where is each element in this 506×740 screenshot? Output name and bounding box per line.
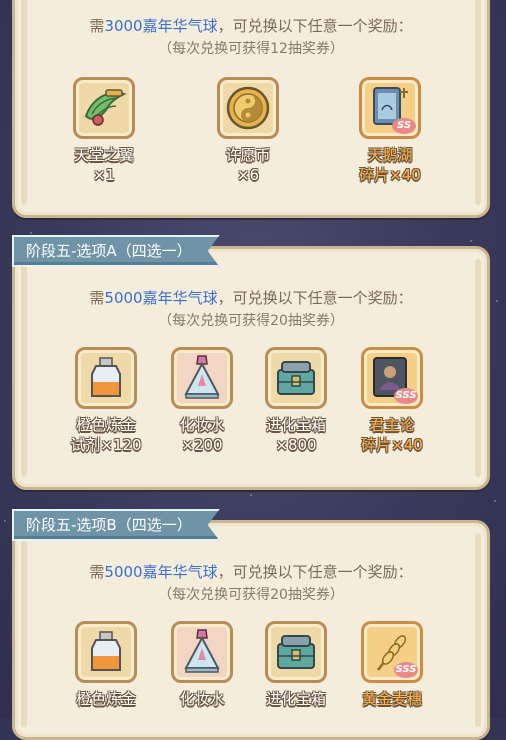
requirement-suffix: ，可兑换以下任意一个奖励： (217, 289, 413, 307)
requirement-prefix: 需 (89, 17, 105, 35)
requirement-suffix: ，可兑换以下任意一个奖励： (217, 17, 413, 35)
reward-item-swan-lake[interactable]: SS 天鹅湖 碎片×40 (351, 77, 429, 185)
rarity-badge: SSS (394, 388, 418, 404)
golden-wheat-icon: SSS (361, 621, 423, 683)
reward-item-orange-potion[interactable]: 橙色炼金 试剂×120 (67, 347, 145, 455)
requirement-text: 需5000嘉年华气球，可兑换以下任意一个奖励： (15, 287, 487, 308)
ticket-note: （每次兑换可获得20抽奖券） (158, 313, 344, 329)
reward-name: 黄金麦穗 (361, 690, 422, 708)
wing-icon (73, 77, 135, 139)
monarch-card-icon: SSS (361, 347, 423, 409)
reward-panel-stage-5a: 需5000嘉年华气球，可兑换以下任意一个奖励： （每次兑换可获得20抽奖券） 橙… (12, 246, 490, 490)
reward-name: 君主论 (369, 416, 415, 434)
coin-icon (217, 77, 279, 139)
reward-item-cosmetic-water[interactable]: 化妆水 ×200 (163, 347, 241, 455)
reward-item-orange-potion[interactable]: 橙色炼金 (67, 621, 145, 709)
evolution-chest-icon (265, 347, 327, 409)
requirement-prefix: 需 (89, 563, 105, 581)
reward-panel-stage-5b: 需5000嘉年华气球，可兑换以下任意一个奖励： （每次兑换可获得20抽奖券） 橙… (12, 520, 490, 740)
cosmetic-bottle-icon (171, 621, 233, 683)
requirement-amount: 5000嘉年华气球 (104, 563, 218, 581)
reward-item-wish-coin[interactable]: 许愿币 ×6 (209, 77, 287, 185)
reward-item-golden-wheat[interactable]: SSS 黄金麦穗 (353, 621, 431, 709)
requirement-text: 需3000嘉年华气球，可兑换以下任意一个奖励： (15, 15, 487, 36)
requirement-suffix: ，可兑换以下任意一个奖励： (217, 563, 413, 581)
reward-quantity: 碎片×40 (361, 436, 423, 454)
reward-name: 进化宝箱 (265, 690, 326, 708)
reward-panel-stage-4: 需3000嘉年华气球，可兑换以下任意一个奖励： （每次兑换可获得12抽奖券） 天… (12, 0, 490, 218)
reward-quantity: 碎片×40 (359, 166, 421, 184)
reward-quantity: ×6 (236, 166, 260, 184)
ticket-note: （每次兑换可获得12抽奖券） (158, 41, 344, 57)
ticket-note: （每次兑换可获得20抽奖券） (158, 587, 344, 603)
orange-potion-icon (75, 621, 137, 683)
requirement-prefix: 需 (89, 289, 105, 307)
swan-lake-card-icon: SS (359, 77, 421, 139)
requirement-amount: 5000嘉年华气球 (104, 289, 218, 307)
reward-quantity: ×800 (275, 436, 317, 454)
reward-name: 化妆水 (179, 690, 225, 708)
reward-name: 天堂之翼 (73, 146, 134, 164)
rarity-badge: SSS (394, 662, 418, 678)
reward-item-evolution-chest[interactable]: 进化宝箱 (257, 621, 335, 709)
reward-item-evolution-chest[interactable]: 进化宝箱 ×800 (257, 347, 335, 455)
orange-potion-icon (75, 347, 137, 409)
cosmetic-bottle-icon (171, 347, 233, 409)
requirement-amount: 3000嘉年华气球 (104, 17, 218, 35)
reward-quantity: ×1 (92, 166, 116, 184)
stage-tag-option-b: 阶段五-选项B（四选一） (12, 509, 220, 541)
reward-name: 天鹅湖 (367, 146, 413, 164)
reward-quantity: ×200 (181, 436, 223, 454)
reward-name: 许愿币 (225, 146, 271, 164)
rarity-badge: SS (392, 118, 416, 134)
reward-quantity: 试剂×120 (70, 436, 142, 454)
evolution-chest-icon (265, 621, 327, 683)
reward-name: 橙色炼金 (75, 690, 136, 708)
reward-item-cosmetic-water[interactable]: 化妆水 (163, 621, 241, 709)
reward-name: 进化宝箱 (265, 416, 326, 434)
stage-tag-option-a: 阶段五-选项A（四选一） (12, 235, 220, 267)
reward-name: 化妆水 (179, 416, 225, 434)
reward-item-wing[interactable]: 天堂之翼 ×1 (65, 77, 143, 185)
reward-name: 橙色炼金 (75, 416, 136, 434)
reward-item-monarch[interactable]: SSS 君主论 碎片×40 (353, 347, 431, 455)
requirement-text: 需5000嘉年华气球，可兑换以下任意一个奖励： (15, 561, 487, 582)
